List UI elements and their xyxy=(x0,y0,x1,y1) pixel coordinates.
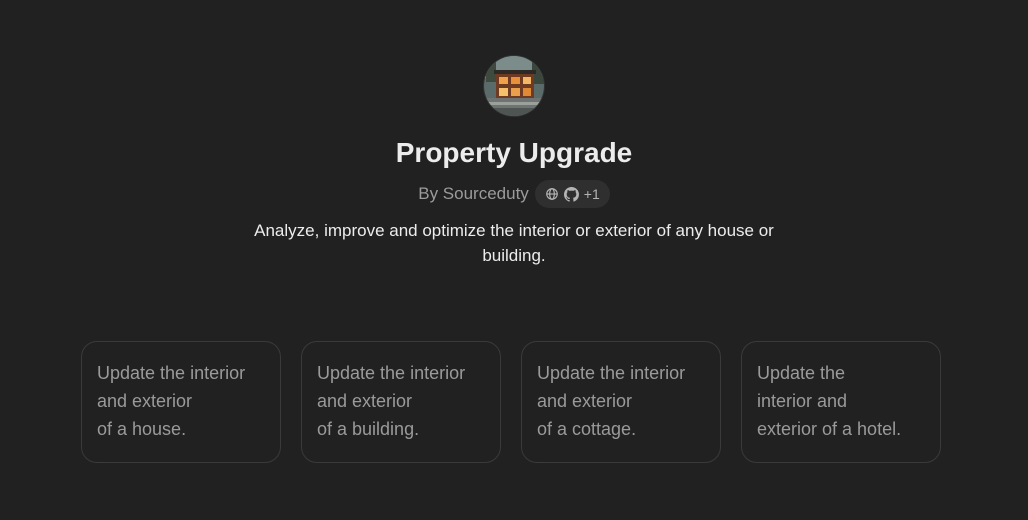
extra-links-count: +1 xyxy=(583,186,600,202)
gpt-header: Property Upgrade By Sourceduty +1 Analyz… xyxy=(0,56,1028,268)
starter-card-building[interactable]: Update the interior and exterior of a bu… xyxy=(301,341,501,463)
starter-card-cottage[interactable]: Update the interior and exterior of a co… xyxy=(521,341,721,463)
starter-card-house[interactable]: Update the interior and exterior of a ho… xyxy=(81,341,281,463)
starter-line: of a building. xyxy=(317,419,420,439)
starter-line: of a house. xyxy=(97,419,187,439)
starter-card-hotel[interactable]: Update the interior and exterior of a ho… xyxy=(741,341,941,463)
gpt-title: Property Upgrade xyxy=(395,137,633,168)
building-photo-icon xyxy=(484,56,544,116)
starter-line: interior and xyxy=(757,391,848,411)
globe-icon[interactable] xyxy=(545,187,559,201)
starter-line: of a cottage. xyxy=(537,419,637,439)
gpt-avatar xyxy=(484,56,544,116)
starter-line: Update the interior xyxy=(537,363,686,383)
author-links-badge[interactable]: +1 xyxy=(534,180,610,208)
starter-line: Update the interior xyxy=(317,363,466,383)
gpt-description: Analyze, improve and optimize the interi… xyxy=(254,221,774,265)
starter-line: Update the xyxy=(757,363,846,383)
starter-line: and exterior xyxy=(97,391,193,411)
starter-line: and exterior xyxy=(537,391,633,411)
starter-line: and exterior xyxy=(317,391,413,411)
conversation-starters: Update the interior and exterior of a ho… xyxy=(81,341,941,463)
starter-line: exterior of a hotel. xyxy=(757,419,902,439)
starter-line: Update the interior xyxy=(97,363,246,383)
author-name: By Sourceduty xyxy=(418,184,529,203)
github-icon[interactable] xyxy=(563,186,579,202)
author-row: By Sourceduty +1 xyxy=(418,180,610,208)
